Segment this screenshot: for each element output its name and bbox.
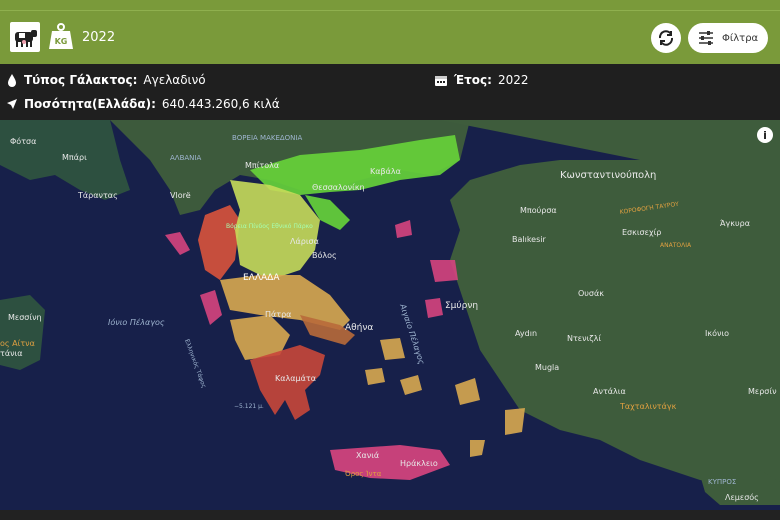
label-constantinople: Κωνσταντινούπολη — [560, 169, 656, 181]
label-kavala: Καβάλα — [370, 167, 401, 176]
label-albania: ΑΛΒΑΝΙΑ — [170, 154, 201, 162]
svg-text:KG: KG — [55, 37, 68, 46]
label-depth: −5.121 μ. — [234, 403, 264, 410]
label-larisa: Λάρισα — [290, 237, 319, 246]
label-denizli: Ντενιζλί — [567, 334, 601, 343]
milk-type-value: Αγελαδινό — [143, 73, 206, 87]
label-konya: Ικόνιο — [705, 328, 729, 338]
label-antalya: Αντάλια — [593, 387, 626, 396]
label-mersin: Μερσίν — [748, 387, 777, 396]
milk-type-label: Τύπος Γάλακτος: — [24, 73, 138, 87]
sicily-landmass — [0, 295, 45, 370]
label-pindos: Βόρεια Πίνδος Εθνικό Πάρκο — [226, 223, 313, 230]
label-aydin: Aydın — [515, 329, 537, 338]
label-eskisehir: Εσκισεχίρ — [622, 228, 661, 237]
island-cyclades-2[interactable] — [365, 368, 385, 385]
label-thessaloniki: Θεσσαλονίκη — [312, 183, 365, 192]
navigation-arrow-icon — [7, 99, 17, 109]
label-taxtali: Ταχταλιντάγκ — [619, 402, 677, 411]
label-chania: Χανιά — [356, 451, 379, 460]
label-bari: Μπάρι — [62, 153, 87, 162]
svg-text:i: i — [763, 129, 767, 142]
label-messina: Μεσσίνη — [8, 313, 42, 322]
quantity-value: 640.443.260,6 κιλά — [161, 97, 280, 111]
island-chios[interactable] — [425, 298, 443, 318]
refresh-button[interactable] — [651, 23, 681, 53]
refresh-icon — [658, 30, 674, 46]
label-ankara: Άγκυρα — [720, 219, 750, 228]
label-fotsa: Φότσα — [10, 136, 36, 146]
kg-weight-icon: KG — [48, 22, 74, 50]
label-north-macedonia: ΒΟΡΕΙΑ ΜΑΚΕΔΟΝΙΑ — [232, 134, 302, 142]
milk-type-row: Τύπος Γάλακτος: Αγελαδινό — [6, 73, 206, 87]
cow-icon[interactable] — [10, 22, 40, 52]
label-patra: Πάτρα — [265, 310, 291, 319]
label-anatolia: ΑΝΑΤΟΛΙΑ — [660, 242, 692, 249]
label-kalamata: Καλαμάτα — [275, 374, 316, 383]
label-cyprus: ΚΥΠΡΟΣ — [708, 478, 736, 486]
header-year: 2022 — [82, 30, 116, 45]
label-bursa: Μπούρσα — [520, 205, 557, 215]
drop-icon — [8, 74, 16, 87]
map-canvas[interactable]: i Φότσα Μπάρι Τάραντας ΑΛΒΑΝΙΑ Vlorë ΒΟΡ… — [0, 120, 780, 510]
label-smyrni: Σμύρνη — [445, 300, 478, 311]
year-row: Έτος: 2022 — [434, 73, 529, 87]
info-panel: Τύπος Γάλακτος: Αγελαδινό Έτος: 2022 Ποσ… — [0, 64, 780, 120]
label-taranto: Τάραντας — [77, 191, 118, 200]
bottom-bar — [0, 510, 780, 520]
year-label: Έτος: — [454, 73, 492, 87]
label-athens: Αθήνα — [345, 323, 373, 333]
map-view[interactable]: i Φότσα Μπάρι Τάραντας ΑΛΒΑΝΙΑ Vlorë ΒΟΡ… — [0, 120, 780, 510]
label-usak: Ουσάκ — [578, 289, 604, 298]
label-balikesir: Balıkesir — [512, 235, 546, 244]
top-bar: KG 2022 Φίλτρα — [0, 0, 780, 64]
sliders-icon — [699, 31, 713, 45]
label-aitna: ος Αίτνα — [0, 339, 35, 348]
year-value: 2022 — [497, 73, 529, 87]
label-volos: Βόλος — [312, 250, 337, 260]
quantity-label: Ποσότητα(Ελλάδα): — [24, 97, 156, 111]
label-heraklion: Ηράκλειο — [400, 459, 438, 468]
label-vlore: Vlorë — [170, 191, 191, 200]
calendar-icon — [435, 75, 447, 86]
island-rhodes[interactable] — [505, 408, 525, 435]
quantity-row: Ποσότητα(Ελλάδα): 640.443.260,6 κιλά — [6, 97, 280, 111]
label-ionian-sea: Ιόνιο Πέλαγος — [108, 317, 165, 327]
label-bitola: Μπίτολα — [245, 161, 279, 170]
filter-label: Φίλτρα — [722, 32, 759, 44]
label-mugla: Mugla — [535, 363, 559, 372]
label-greece: ΕΛΛΑΔΑ — [243, 273, 280, 283]
label-katania: τάνια — [0, 349, 23, 358]
top-divider — [0, 10, 780, 11]
filter-button[interactable]: Φίλτρα — [688, 23, 768, 53]
label-ida: Όρος Ίντα — [344, 470, 382, 478]
label-lemesos: Λεμεσός — [725, 492, 759, 502]
